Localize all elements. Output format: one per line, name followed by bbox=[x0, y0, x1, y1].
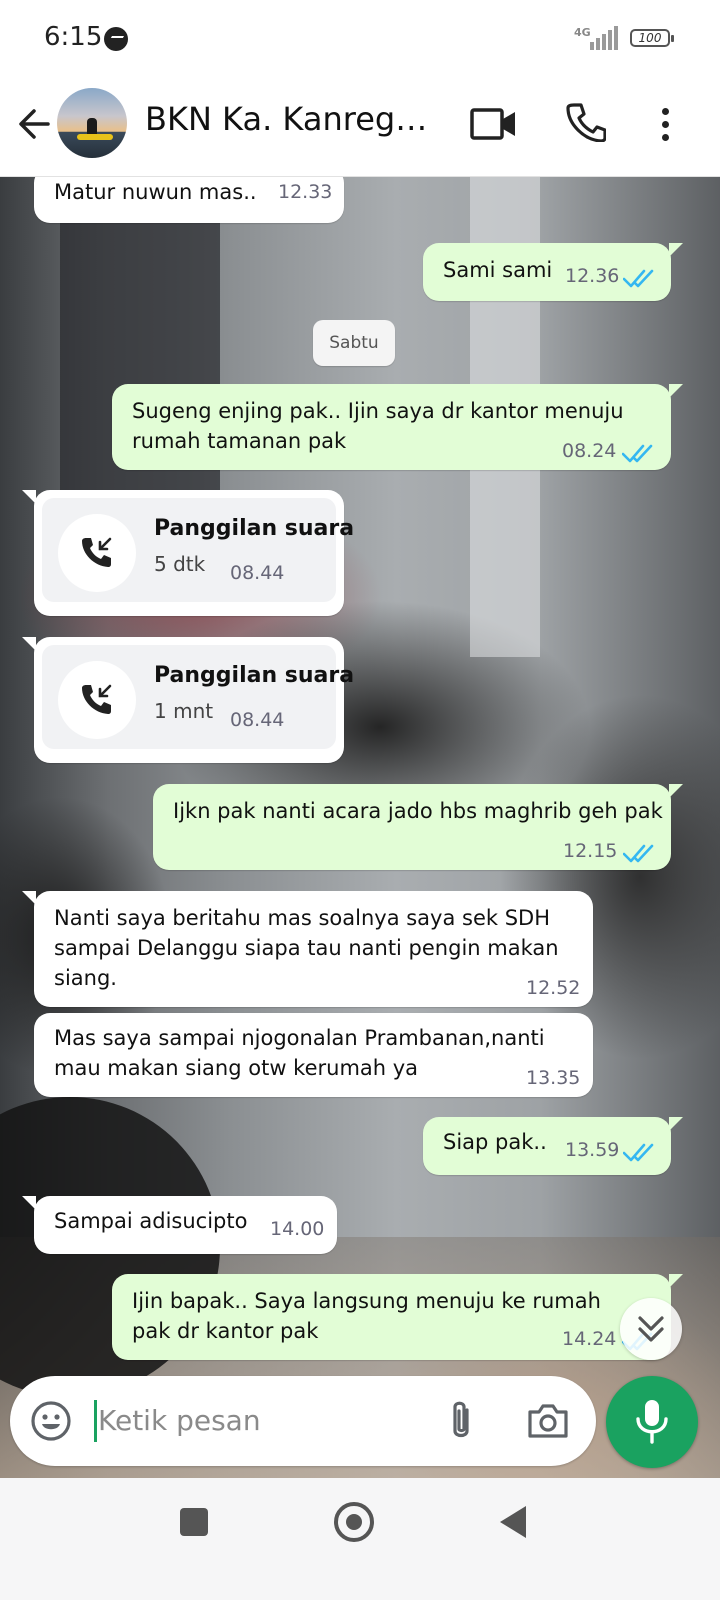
call-title: Panggilan suara bbox=[154, 516, 355, 541]
message-time: 12.52 bbox=[526, 977, 581, 999]
home-icon[interactable] bbox=[334, 1502, 374, 1542]
message-text: Siap pak.. bbox=[443, 1130, 547, 1154]
message-bubble-outgoing[interactable]: Sugeng enjing pak.. Ijin saya dr kantor … bbox=[112, 384, 683, 470]
call-time: 08.44 bbox=[230, 709, 285, 731]
emoji-icon[interactable] bbox=[30, 1400, 72, 1442]
incoming-call-icon bbox=[82, 684, 112, 714]
double-chevron-down-icon bbox=[638, 1316, 664, 1342]
message-text: Sampai adisucipto bbox=[54, 1209, 248, 1233]
network-type-label: 4G bbox=[574, 26, 591, 39]
read-ticks-icon bbox=[622, 444, 653, 463]
message-time: 13.59 bbox=[565, 1139, 620, 1161]
voice-call-card[interactable]: Panggilan suara 1 mnt 08.44 bbox=[42, 645, 354, 749]
message-time: 12.36 bbox=[565, 265, 620, 287]
message-bubble-outgoing[interactable]: Siap pak.. 13.59 bbox=[423, 1117, 683, 1175]
voice-call-bubble[interactable]: Panggilan suara 5 dtk 08.44 bbox=[22, 490, 354, 616]
status-time: 6:15 bbox=[44, 22, 103, 52]
contact-avatar[interactable] bbox=[57, 88, 127, 158]
chat-area[interactable]: Matur nuwun mas.. 12.33 Sami sami 12.36 … bbox=[0, 177, 720, 1506]
incoming-call-icon bbox=[82, 537, 112, 567]
battery-icon: 100 bbox=[630, 29, 674, 47]
mic-icon bbox=[636, 1400, 668, 1444]
voice-call-bubble[interactable]: Panggilan suara 1 mnt 08.44 bbox=[22, 637, 354, 763]
message-time: 14.00 bbox=[270, 1218, 325, 1240]
message-time: 12.15 bbox=[563, 840, 618, 862]
message-bubble-incoming[interactable]: Mas saya sampai njogonalan Prambanan,nan… bbox=[34, 1013, 593, 1097]
recents-icon[interactable] bbox=[180, 1508, 208, 1536]
message-text: Mas saya sampai njogonalan Prambanan,nan… bbox=[54, 1026, 545, 1080]
camera-icon[interactable] bbox=[526, 1402, 570, 1440]
system-navigation-bar bbox=[0, 1478, 720, 1600]
incoming-call-icon-circle bbox=[58, 661, 136, 739]
contact-name[interactable]: BKN Ka. Kanreg I... bbox=[145, 100, 435, 138]
read-ticks-icon bbox=[623, 269, 654, 288]
message-bubble-outgoing[interactable]: Ijin bapak.. Saya langsung menuju ke rum… bbox=[112, 1274, 683, 1360]
message-time: 13.35 bbox=[526, 1067, 581, 1089]
message-text: Matur nuwun mas.. bbox=[54, 180, 257, 204]
message-composer[interactable]: Ketik pesan bbox=[10, 1376, 596, 1466]
date-separator: Sabtu bbox=[313, 320, 395, 366]
message-bubble-incoming[interactable]: Nanti saya beritahu mas soalnya saya sek… bbox=[22, 891, 593, 1007]
video-call-icon[interactable] bbox=[470, 104, 518, 144]
call-title: Panggilan suara bbox=[154, 663, 355, 688]
text-cursor bbox=[94, 1400, 97, 1442]
back-icon[interactable] bbox=[500, 1506, 526, 1538]
call-time: 08.44 bbox=[230, 562, 285, 584]
message-input[interactable]: Ketik pesan bbox=[98, 1404, 261, 1437]
message-time: 08.24 bbox=[562, 440, 617, 462]
scroll-down-button[interactable] bbox=[620, 1298, 682, 1360]
message-bubble-incoming[interactable]: Sampai adisucipto 14.00 bbox=[22, 1196, 337, 1254]
message-bubble-outgoing[interactable]: Ijkn pak nanti acara jado hbs maghrib ge… bbox=[153, 784, 683, 870]
message-bubble-outgoing[interactable]: Sami sami 12.36 bbox=[423, 243, 683, 301]
message-time: 12.33 bbox=[278, 181, 333, 203]
signal-strength-icon bbox=[590, 26, 620, 50]
messenger-notification-icon bbox=[104, 27, 128, 51]
voice-call-card[interactable]: Panggilan suara 5 dtk 08.44 bbox=[42, 498, 354, 602]
status-bar: 6:15 4G 100 bbox=[0, 0, 720, 78]
message-bubble-incoming[interactable]: Matur nuwun mas.. 12.33 bbox=[34, 177, 344, 223]
call-duration: 5 dtk bbox=[154, 552, 206, 576]
phone-icon[interactable] bbox=[566, 102, 607, 143]
avatar-motorbike-shape bbox=[77, 134, 113, 140]
more-vert-icon[interactable] bbox=[660, 104, 672, 144]
chat-header: BKN Ka. Kanreg I... bbox=[0, 78, 720, 177]
message-text: Ijkn pak nanti acara jado hbs maghrib ge… bbox=[173, 799, 663, 823]
read-ticks-icon bbox=[623, 844, 654, 863]
back-arrow-icon[interactable] bbox=[14, 102, 58, 146]
attach-icon[interactable] bbox=[446, 1398, 476, 1444]
message-time: 14.24 bbox=[562, 1328, 617, 1350]
message-text: Sami sami bbox=[443, 258, 553, 282]
mic-button[interactable] bbox=[606, 1376, 698, 1468]
read-ticks-icon bbox=[623, 1143, 654, 1162]
message-text: Nanti saya beritahu mas soalnya saya sek… bbox=[54, 906, 559, 990]
call-duration: 1 mnt bbox=[154, 699, 214, 723]
incoming-call-icon-circle bbox=[58, 514, 136, 592]
